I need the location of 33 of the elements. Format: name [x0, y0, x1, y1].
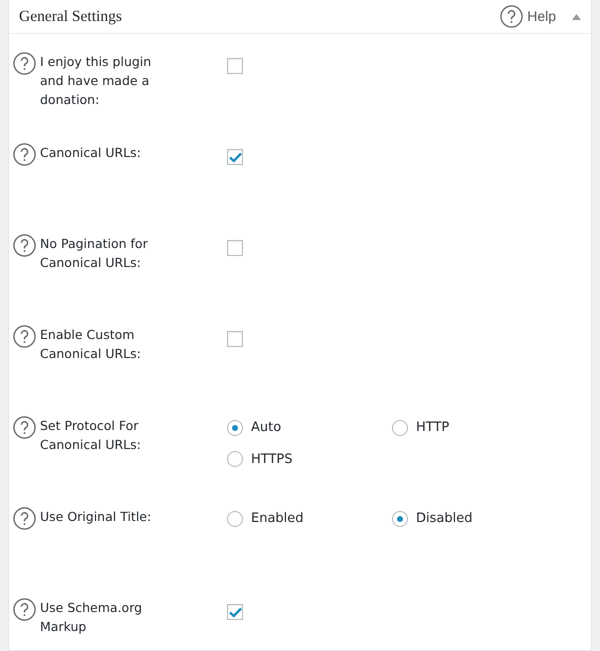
help-icon[interactable]: [13, 598, 36, 621]
help-button[interactable]: Help: [500, 5, 556, 28]
setting-label: Canonical URLs:: [40, 144, 141, 162]
radio-button[interactable]: [227, 451, 243, 468]
checkbox[interactable]: [227, 604, 243, 620]
checkbox[interactable]: [227, 331, 243, 347]
option-label: Disabled: [416, 510, 472, 528]
help-icon[interactable]: [13, 325, 36, 348]
help-icon: [500, 5, 524, 28]
checkbox[interactable]: [227, 58, 243, 74]
setting-label: I enjoy this plugin and have made a donation:: [40, 53, 152, 109]
option-label: HTTPS: [251, 450, 293, 468]
checkbox[interactable]: [227, 149, 243, 165]
help-icon[interactable]: [13, 52, 36, 75]
option-label: Auto: [251, 419, 282, 437]
radio-button[interactable]: [227, 420, 243, 436]
help-icon[interactable]: [13, 234, 36, 257]
collapse-toggle-icon[interactable]: [572, 14, 581, 20]
setting-label: No Pagination for Canonical URLs:: [40, 235, 149, 272]
setting-label: Use Original Title:: [40, 508, 152, 526]
help-icon[interactable]: [13, 416, 36, 439]
radio-button[interactable]: [227, 510, 243, 527]
radio-button[interactable]: [392, 420, 408, 436]
checkbox[interactable]: [227, 240, 243, 256]
radio-button[interactable]: [392, 510, 408, 527]
setting-label: Enable Custom Canonical URLs:: [40, 326, 142, 363]
option-label: Enabled: [251, 510, 304, 528]
panel-title: General Settings: [19, 6, 122, 27]
setting-label: Set Protocol For Canonical URLs:: [40, 417, 142, 454]
setting-label: Use Schema.org Markup: [40, 599, 144, 636]
option-label: HTTP: [416, 419, 450, 437]
help-icon[interactable]: [13, 507, 36, 530]
help-icon[interactable]: [13, 143, 36, 166]
